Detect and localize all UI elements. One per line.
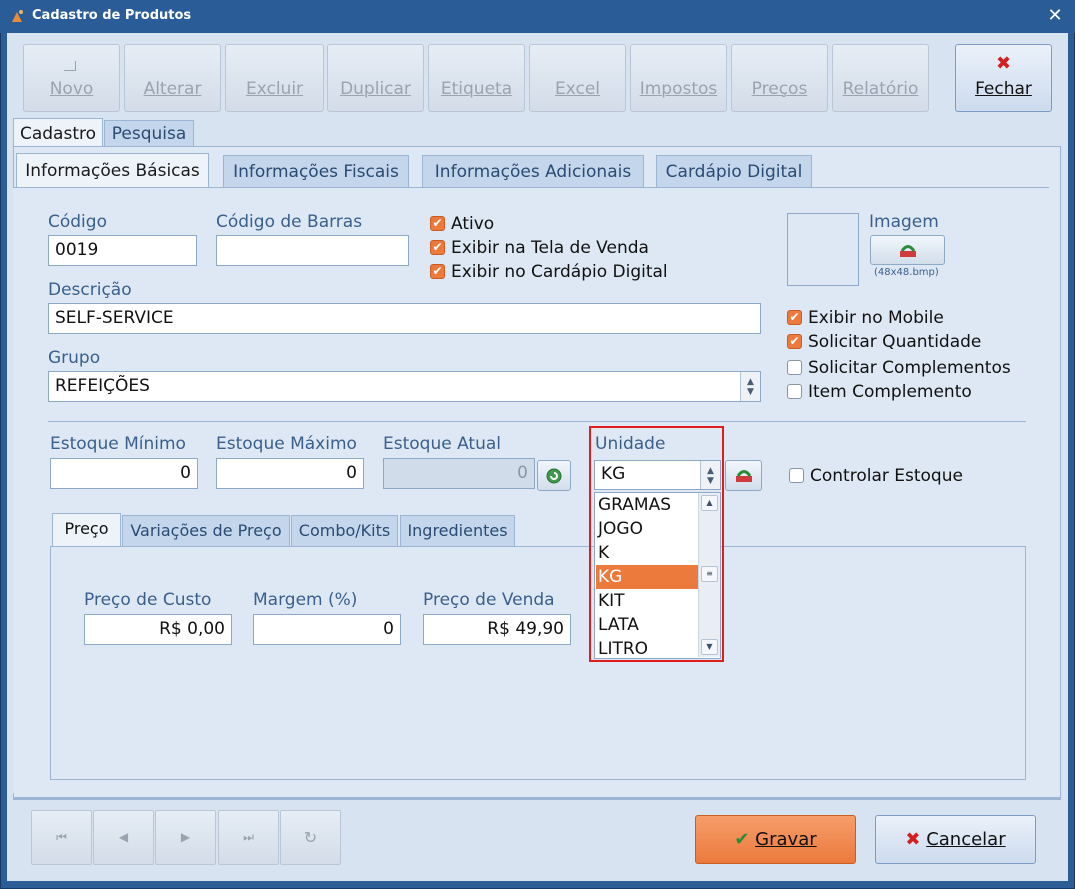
alterar-button[interactable]: Alterar [124,44,221,112]
unidade-add-button[interactable] [725,460,762,491]
tab-ingredientes[interactable]: Ingredientes [400,515,515,547]
imagem-label: Imagem [869,212,939,232]
tab-informacoes-basicas[interactable]: Informações Básicas [16,153,209,189]
highlight-box [589,426,724,662]
tab-cadastro[interactable]: Cadastro [13,118,103,148]
refresh-estoque-button[interactable] [537,460,571,491]
preco-panel [50,546,1026,780]
estoque-atual-field: 0 [383,458,535,489]
product-image-preview[interactable] [787,213,859,286]
excluir-button[interactable]: Excluir [225,44,324,112]
previous-record-button[interactable]: ◀ [93,810,154,865]
folder-arrow-icon [736,470,752,482]
refresh-icon [546,468,562,484]
impostos-button[interactable]: Impostos [630,44,727,112]
codigo-barras-field[interactable] [216,235,409,266]
window-title: Cadastro de Produtos [32,8,192,23]
load-image-button[interactable] [870,235,945,265]
excel-button[interactable]: Excel [529,44,626,112]
codigo-barras-label: Código de Barras [216,212,363,232]
relatorio-button[interactable]: Relatório [832,44,929,112]
grupo-spin-icon[interactable]: ▲ ▼ [740,372,760,401]
check-icon: ✔ [734,829,750,850]
grupo-select[interactable]: REFEIÇÕES ▲ ▼ [48,371,761,402]
codigo-label: Código [48,212,107,232]
check-icon: ✔ [430,240,445,255]
preco-custo-label: Preço de Custo [84,590,212,610]
last-record-button[interactable]: ⏭ [218,810,279,865]
duplicar-button[interactable]: Duplicar [327,44,424,112]
cancelar-button[interactable]: ✖ Cancelar [875,815,1036,864]
tab-cardapio-digital[interactable]: Cardápio Digital [656,155,812,187]
tab-pesquisa[interactable]: Pesquisa [104,120,194,147]
gravar-button[interactable]: ✔ Gravar [695,815,856,864]
title-bar: Cadastro de Produtos ✕ [0,0,1075,33]
estoque-minimo-label: Estoque Mínimo [50,434,186,454]
first-record-button[interactable]: ⏮ [31,810,92,865]
preco-venda-label: Preço de Venda [423,590,555,610]
preco-custo-field[interactable]: R$ 0,00 [84,614,232,645]
check-icon: ✔ [787,334,802,349]
bottom-divider [13,798,1061,800]
tab-combo-kits[interactable]: Combo/Kits [291,515,398,547]
descricao-field[interactable]: SELF-SERVICE [48,303,761,334]
estoque-atual-label: Estoque Atual [383,434,502,454]
close-window-icon[interactable]: ✕ [1043,4,1067,28]
preco-venda-field[interactable]: R$ 49,90 [423,614,571,645]
codigo-field[interactable]: 0019 [48,235,197,266]
x-icon: ✖ [905,829,921,850]
tab-informacoes-adicionais[interactable]: Informações Adicionais [422,155,644,187]
check-icon: ✔ [430,216,445,231]
check-icon: ✔ [787,310,802,325]
grupo-label: Grupo [48,348,101,368]
x-icon: ✖ [995,53,1012,74]
estoque-maximo-field[interactable]: 0 [216,458,364,489]
tab-preco[interactable]: Preço [52,513,121,547]
etiqueta-button[interactable]: Etiqueta [428,44,525,112]
next-record-button[interactable]: ▶ [155,810,216,865]
descricao-label: Descrição [48,280,132,300]
tab-variacoes-preco[interactable]: Variações de Preço [122,515,290,547]
novo-button[interactable]: Novo [23,44,120,112]
novo-icon [64,61,76,71]
margem-label: Margem (%) [253,590,358,610]
check-icon: ✔ [430,264,445,279]
tab-informacoes-fiscais[interactable]: Informações Fiscais [223,155,409,187]
image-size-hint: (48x48.bmp) [874,267,939,278]
folder-arrow-icon [900,245,916,257]
estoque-minimo-field[interactable]: 0 [50,458,198,489]
app-icon [12,10,23,22]
estoque-maximo-label: Estoque Máximo [216,434,357,454]
fechar-button[interactable]: ✖ Fechar [955,44,1052,112]
precos-button[interactable]: Preços [731,44,828,112]
refresh-button[interactable]: ↻ [280,810,341,865]
section-divider [48,421,1026,422]
margem-field[interactable]: 0 [253,614,401,645]
